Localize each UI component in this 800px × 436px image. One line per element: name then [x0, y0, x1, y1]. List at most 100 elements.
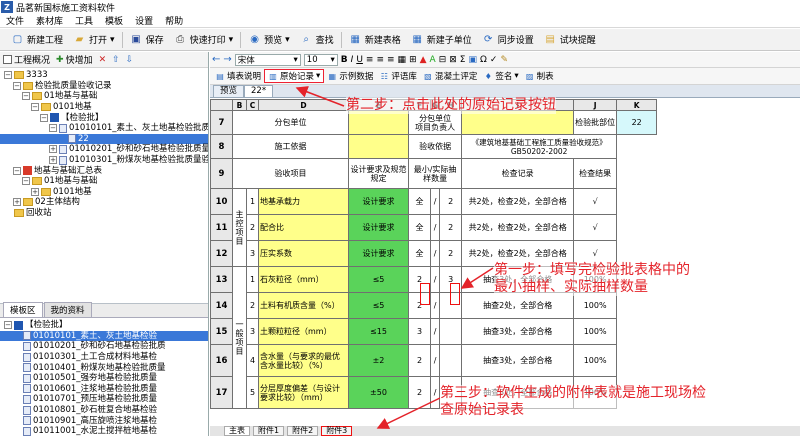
tree-node[interactable]: − 01地基与基础: [0, 176, 208, 187]
tree-node[interactable]: +0101地基: [0, 187, 208, 198]
down-icon[interactable]: ⇩: [126, 55, 134, 65]
quick-add-button[interactable]: ✚ 快增加: [56, 53, 93, 67]
check-record-cell[interactable]: 抽查3处，全部合格: [461, 344, 575, 377]
fill-color-icon[interactable]: ▲: [420, 55, 427, 65]
tree-node[interactable]: 01010501_强夯地基检验批质量: [0, 373, 208, 384]
expand-icon[interactable]: +: [49, 156, 57, 165]
align-left-icon[interactable]: ≡: [366, 55, 374, 65]
menu-item-5[interactable]: 帮助: [159, 14, 189, 27]
basis-input[interactable]: [348, 134, 409, 159]
tree-node[interactable]: − 【检验批】: [0, 320, 208, 331]
min-sample-cell[interactable]: 2: [408, 376, 431, 409]
border-icon[interactable]: ▦: [398, 55, 407, 65]
up-icon[interactable]: ⇧: [112, 55, 120, 65]
tree-node[interactable]: − 01地基与基础: [0, 91, 208, 102]
tree-node[interactable]: +02主体结构: [0, 197, 208, 208]
menu-item-2[interactable]: 工具: [69, 14, 99, 27]
check-result-cell[interactable]: 100%: [573, 292, 618, 319]
collapse-icon[interactable]: −: [49, 124, 57, 133]
collapse-icon[interactable]: −: [4, 321, 12, 330]
sheet-tab-0[interactable]: 主表: [224, 426, 250, 436]
left-bottom-tab-1[interactable]: 我的资料: [43, 302, 92, 317]
collapse-icon[interactable]: −: [40, 113, 48, 122]
check-record-cell[interactable]: 共2处，检查2处，全部合格: [461, 188, 575, 215]
tree-node[interactable]: 01010201_砂和砂石地基检验批质: [0, 341, 208, 352]
actual-sample-cell[interactable]: 2: [439, 214, 463, 241]
expand-icon[interactable]: +: [31, 187, 39, 196]
collapse-icon[interactable]: −: [31, 103, 39, 112]
check-result-cell[interactable]: √: [573, 188, 618, 215]
actual-sample-cell[interactable]: [439, 344, 463, 377]
font-name-select[interactable]: 宋体 ▾: [234, 53, 301, 66]
min-sample-cell[interactable]: 全: [408, 188, 431, 215]
tree-node[interactable]: 01011001_水泥土搅拌桩地基检: [0, 426, 208, 436]
toolbar-button-6[interactable]: ▦ 新建表格: [344, 30, 406, 50]
doc-tab-0[interactable]: 预览: [213, 85, 245, 97]
tree-node[interactable]: − 0101地基: [0, 102, 208, 113]
check-record-cell[interactable]: 抽查3处，全部合格: [461, 318, 575, 345]
check-result-cell[interactable]: √: [573, 214, 618, 241]
record-toolbar-button-5[interactable]: ♦ 签名 ▾: [480, 69, 521, 83]
menu-item-1[interactable]: 素材库: [30, 14, 69, 27]
collapse-icon[interactable]: −: [22, 92, 30, 101]
tree-node[interactable]: 回收站: [0, 208, 208, 219]
actual-sample-cell[interactable]: 2: [439, 188, 463, 215]
doc-tab-1[interactable]: 22*: [244, 85, 274, 97]
collapse-icon[interactable]: −: [13, 81, 21, 90]
back-icon[interactable]: ←: [212, 54, 220, 65]
menu-item-0[interactable]: 文件: [0, 14, 30, 27]
check-icon[interactable]: ✓: [490, 55, 498, 65]
expand-icon[interactable]: +: [49, 145, 57, 154]
tree-node[interactable]: 01010301_土工合成材料地基检: [0, 352, 208, 363]
align-right-icon[interactable]: ≡: [387, 55, 395, 65]
sheet-tab-2[interactable]: 附件2: [287, 426, 319, 436]
toolbar-button-4[interactable]: ◉ 预览 ▾: [243, 30, 295, 50]
toolbar-button-1[interactable]: ▰ 打开 ▾: [68, 30, 120, 50]
toolbar-button-7[interactable]: ▦ 新建子单位: [406, 30, 477, 50]
tree-node[interactable]: 01010601_注浆地基检验批质量: [0, 384, 208, 395]
align-center-icon[interactable]: ≡: [376, 55, 384, 65]
delete-icon[interactable]: ✕: [99, 55, 107, 65]
tree-node[interactable]: 22: [0, 133, 208, 145]
toolbar-button-0[interactable]: ▢ 新建工程: [6, 30, 68, 50]
sheet-tab-3[interactable]: 附件3: [321, 426, 353, 436]
tree-node[interactable]: 01010701_预压地基检验批质量: [0, 394, 208, 405]
tree-node[interactable]: +01010301_粉煤灰地基检验批质量验: [0, 155, 208, 166]
expand-icon[interactable]: +: [13, 198, 21, 207]
tree-node[interactable]: 01010101_素土、灰土地基检验: [0, 330, 208, 342]
sum-icon[interactable]: Σ: [460, 55, 466, 65]
insert-row-icon[interactable]: ⊟: [439, 55, 447, 65]
tree-node[interactable]: − 3333: [0, 70, 208, 81]
record-toolbar-button-6[interactable]: ▨ 制表: [522, 69, 557, 83]
check-result-cell[interactable]: 100%: [573, 318, 618, 345]
lot-part-value[interactable]: 22: [616, 110, 658, 135]
special-char-icon[interactable]: Ω: [480, 55, 487, 65]
menu-item-3[interactable]: 模板: [99, 14, 129, 27]
check-result-cell[interactable]: 100%: [573, 344, 618, 377]
toolbar-button-3[interactable]: ⎙ 快速打印 ▾: [169, 30, 239, 50]
actual-sample-cell[interactable]: 2: [439, 240, 463, 267]
tree-node[interactable]: − 检验批质量验收记录: [0, 81, 208, 92]
tree-node[interactable]: +01010201_砂和砂石地基检验批质量: [0, 144, 208, 155]
bold-icon[interactable]: B: [341, 55, 348, 65]
toolbar-button-5[interactable]: ⌕ 查找: [295, 30, 339, 50]
toolbar-button-9[interactable]: ▤ 试块提醒: [539, 30, 601, 50]
menu-item-4[interactable]: 设置: [129, 14, 159, 27]
collapse-icon[interactable]: −: [22, 177, 30, 186]
subcontractor-input[interactable]: [348, 110, 409, 135]
merge-icon[interactable]: ⊞: [409, 55, 417, 65]
tree-node[interactable]: − 01010101_素土、灰土地基检验批质: [0, 123, 208, 134]
font-color-icon[interactable]: A: [430, 55, 436, 65]
record-toolbar-button-1[interactable]: ▥ 原始记录 ▾: [264, 69, 325, 83]
tree-node[interactable]: − 地基与基础汇总表: [0, 165, 208, 176]
min-sample-cell[interactable]: 全: [408, 240, 431, 267]
actual-sample-cell[interactable]: [439, 318, 463, 345]
tree-node[interactable]: 01010801_砂石桩复合地基检验: [0, 405, 208, 416]
check-record-cell[interactable]: 共2处，检查2处，全部合格: [461, 214, 575, 241]
min-sample-cell[interactable]: 全: [408, 214, 431, 241]
collapse-icon[interactable]: −: [4, 71, 12, 80]
acceptance-basis-value[interactable]: 《建筑地基基础工程施工质量验收规范》GB50202-2002: [461, 134, 618, 159]
toolbar-button-2[interactable]: ▣ 保存: [125, 30, 169, 50]
subcontractor-lead-input[interactable]: [461, 110, 575, 135]
record-toolbar-button-0[interactable]: ▤ 填表说明: [212, 69, 264, 83]
